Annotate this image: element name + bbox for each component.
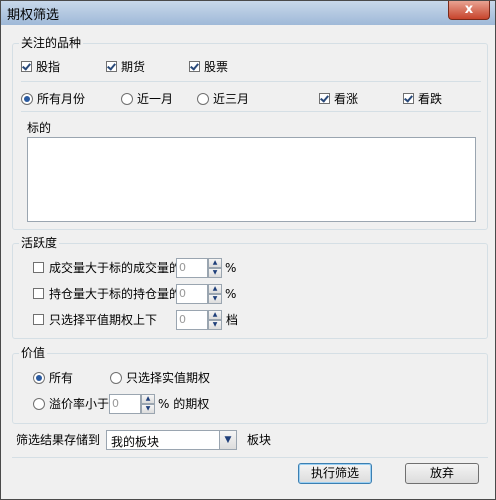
activity-legend: 活跃度 bbox=[19, 236, 60, 250]
save-label: 筛选结果存储到 bbox=[16, 433, 101, 447]
bear-checkbox[interactable] bbox=[403, 93, 414, 104]
value-real-label[interactable]: 只选择实值期权 bbox=[126, 371, 210, 385]
footer-divider bbox=[12, 457, 488, 458]
month-three-label[interactable]: 近三月 bbox=[213, 92, 249, 106]
atm-label[interactable]: 只选择平值期权上下 bbox=[49, 313, 157, 327]
varieties-legend: 关注的品种 bbox=[19, 36, 84, 50]
value-real-radio[interactable] bbox=[110, 372, 122, 384]
premium-spinner[interactable]: 0 ▲ ▼ bbox=[109, 394, 155, 414]
index-checkbox[interactable] bbox=[21, 61, 32, 72]
underlying-label: 标的 bbox=[27, 121, 52, 135]
atm-down-icon[interactable]: ▼ bbox=[208, 320, 222, 330]
varieties-divider bbox=[21, 81, 481, 82]
bear-label[interactable]: 看跌 bbox=[418, 92, 442, 106]
volume-down-icon[interactable]: ▼ bbox=[208, 268, 222, 278]
month-one-label[interactable]: 近一月 bbox=[137, 92, 173, 106]
volume-spinner[interactable]: 0 ▲ ▼ bbox=[176, 258, 222, 278]
premium-down-icon[interactable]: ▼ bbox=[141, 404, 155, 414]
month-all-label[interactable]: 所有月份 bbox=[37, 92, 85, 106]
execute-button[interactable]: 执行筛选 bbox=[298, 463, 372, 484]
bull-checkbox[interactable] bbox=[319, 93, 330, 104]
option-filter-dialog: 期权筛选 x 关注的品种 股指 期货 股票 所有月份 近一月 近三月 看涨 看跌… bbox=[0, 0, 496, 500]
dialog-body: 关注的品种 股指 期货 股票 所有月份 近一月 近三月 看涨 看跌 标的 活跃度 bbox=[8, 25, 490, 494]
atm-checkbox[interactable] bbox=[33, 314, 44, 325]
premium-up-icon[interactable]: ▲ bbox=[141, 394, 155, 404]
activity-group: 活跃度 成交量大于标的成交量的 0 ▲ ▼ % 持仓量大于标的持仓量的 0 ▲ … bbox=[12, 236, 488, 339]
underlying-input[interactable] bbox=[27, 137, 476, 222]
premium-input[interactable]: 0 bbox=[109, 394, 141, 414]
atm-unit: 档 bbox=[226, 313, 239, 327]
month-three-radio[interactable] bbox=[197, 93, 209, 105]
index-label[interactable]: 股指 bbox=[36, 60, 60, 74]
open-interest-checkbox[interactable] bbox=[33, 288, 44, 299]
premium-suffix: % 的期权 bbox=[158, 397, 210, 411]
open-interest-input[interactable]: 0 bbox=[176, 284, 208, 304]
underlying-divider bbox=[21, 111, 481, 112]
value-all-radio[interactable] bbox=[33, 372, 45, 384]
save-suffix: 板块 bbox=[247, 433, 272, 447]
stock-label[interactable]: 股票 bbox=[204, 60, 228, 74]
chevron-down-icon[interactable]: ▼ bbox=[219, 431, 236, 449]
varieties-group: 关注的品种 股指 期货 股票 所有月份 近一月 近三月 看涨 看跌 标的 bbox=[12, 36, 488, 230]
premium-radio[interactable] bbox=[33, 398, 45, 410]
save-target-value: 我的板块 bbox=[111, 435, 160, 449]
value-legend: 价值 bbox=[19, 346, 48, 360]
open-interest-up-icon[interactable]: ▲ bbox=[208, 284, 222, 294]
atm-input[interactable]: 0 bbox=[176, 310, 208, 330]
cancel-button[interactable]: 放弃 bbox=[405, 463, 479, 484]
open-interest-label[interactable]: 持仓量大于标的持仓量的 bbox=[49, 287, 181, 301]
bull-label[interactable]: 看涨 bbox=[334, 92, 358, 106]
month-one-radio[interactable] bbox=[121, 93, 133, 105]
volume-up-icon[interactable]: ▲ bbox=[208, 258, 222, 268]
volume-checkbox[interactable] bbox=[33, 262, 44, 273]
stock-checkbox[interactable] bbox=[189, 61, 200, 72]
futures-label[interactable]: 期货 bbox=[121, 60, 145, 74]
close-button[interactable]: x bbox=[448, 1, 490, 20]
value-group: 价值 所有 只选择实值期权 溢价率小于 0 ▲ ▼ % 的期权 bbox=[12, 346, 488, 424]
atm-up-icon[interactable]: ▲ bbox=[208, 310, 222, 320]
volume-label[interactable]: 成交量大于标的成交量的 bbox=[49, 261, 181, 275]
volume-unit: % bbox=[225, 261, 237, 275]
atm-spinner[interactable]: 0 ▲ ▼ bbox=[176, 310, 222, 330]
volume-input[interactable]: 0 bbox=[176, 258, 208, 278]
premium-label[interactable]: 溢价率小于 bbox=[49, 397, 109, 411]
open-interest-unit: % bbox=[225, 287, 237, 301]
open-interest-spinner[interactable]: 0 ▲ ▼ bbox=[176, 284, 222, 304]
month-all-radio[interactable] bbox=[21, 93, 33, 105]
window-title: 期权筛选 bbox=[7, 8, 60, 23]
save-target-select[interactable]: 我的板块 ▼ bbox=[106, 430, 237, 450]
futures-checkbox[interactable] bbox=[106, 61, 117, 72]
value-all-label[interactable]: 所有 bbox=[49, 371, 73, 385]
title-bar[interactable]: 期权筛选 x bbox=[1, 1, 495, 25]
open-interest-down-icon[interactable]: ▼ bbox=[208, 294, 222, 304]
